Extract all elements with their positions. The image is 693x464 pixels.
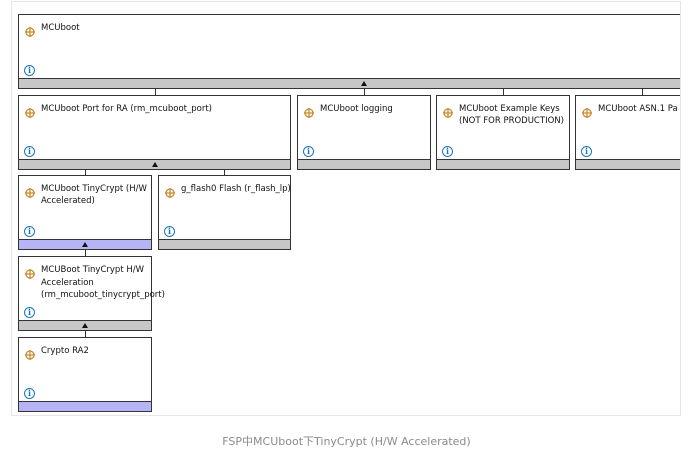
module-mcuboot-logging[interactable]: MCUboot logging i [297,95,431,170]
info-icon[interactable]: i [24,226,35,237]
module-title: MCUboot [41,23,80,33]
info-icon[interactable]: i [24,388,35,399]
info-icon[interactable]: i [24,146,35,157]
module-gear-icon [25,345,35,360]
module-mcuboot[interactable]: MCUboot i [18,14,680,89]
module-crypto-ra2[interactable]: Crypto RA2 i [18,337,152,412]
info-icon[interactable]: i [24,65,35,76]
module-gear-icon [25,183,35,198]
module-gear-icon [582,103,592,118]
info-icon[interactable]: i [303,146,314,157]
connector-line [155,88,156,95]
module-title: MCUboot ASN.1 Pa [598,104,678,114]
stack-diagram-canvas: MCUboot i MCUboot Port for RA (rm_mcuboo… [11,1,681,416]
info-icon[interactable]: i [24,307,35,318]
module-status-bar [19,78,680,88]
module-title: MCUboot Port for RA (rm_mcuboot_port) [41,104,212,114]
info-icon[interactable]: i [581,146,592,157]
module-status-bar [576,159,680,169]
up-arrow-icon [82,323,88,328]
connector-line [503,88,504,95]
up-arrow-icon [82,242,88,247]
info-icon[interactable]: i [164,226,175,237]
module-title: g_flash0 Flash (r_flash_lp) [181,184,291,194]
module-flash[interactable]: g_flash0 Flash (r_flash_lp) i [158,175,291,250]
module-mcuboot-asn1[interactable]: MCUboot ASN.1 Pa i [575,95,680,170]
module-status-bar [298,159,430,169]
module-tinycrypt-port[interactable]: MCUBoot TinyCrypt H/W Acceleration (rm_m… [18,256,165,331]
module-gear-icon [25,264,35,279]
module-status-bar [159,239,290,249]
module-title: MCUboot TinyCrypt (H/W Accelerated) [41,184,147,206]
info-icon[interactable]: i [442,146,453,157]
module-gear-icon [165,183,175,198]
module-mcuboot-example-keys[interactable]: MCUboot Example Keys (NOT FOR PRODUCTION… [436,95,570,170]
module-gear-icon [443,103,453,118]
module-title: MCUboot logging [320,104,393,114]
connector-line [364,88,365,95]
up-arrow-icon [361,81,367,86]
module-gear-icon [25,103,35,118]
module-title: MCUBoot TinyCrypt H/W Acceleration (rm_m… [41,265,165,300]
figure-caption: FSP中MCUboot下TinyCrypt (H/W Accelerated) [222,435,471,448]
module-tinycrypt-hw-accelerated[interactable]: MCUboot TinyCrypt (H/W Accelerated) i [18,175,152,250]
module-title: MCUboot Example Keys (NOT FOR PRODUCTION… [459,104,564,126]
connector-line [85,330,86,337]
up-arrow-icon [152,162,158,167]
module-mcuboot-port[interactable]: MCUboot Port for RA (rm_mcuboot_port) i [18,95,291,170]
module-gear-icon [25,22,35,37]
module-status-bar [19,401,151,411]
module-title: Crypto RA2 [41,346,89,356]
module-status-bar [437,159,569,169]
connector-line [642,88,643,95]
module-gear-icon [304,103,314,118]
